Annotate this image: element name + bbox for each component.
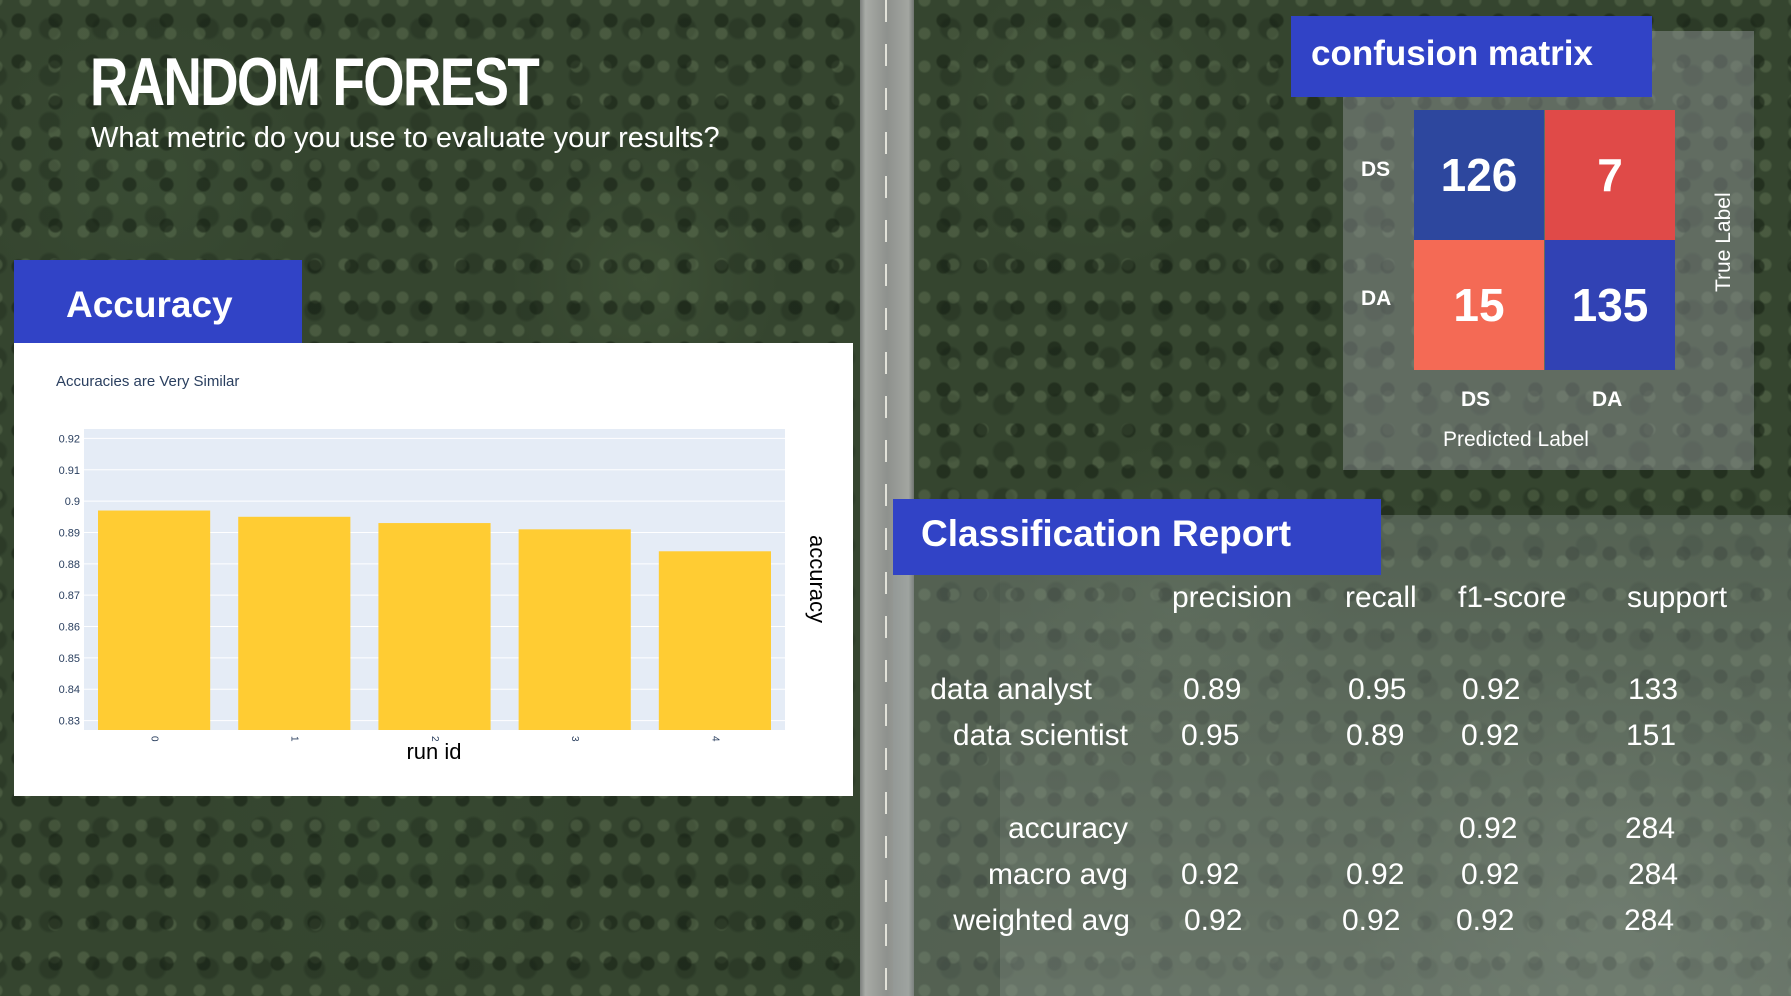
y-tick-label: 0.88 <box>59 559 80 571</box>
accuracy-bar <box>378 523 491 730</box>
cr-header-recall: recall <box>1345 581 1417 614</box>
cm-col-label-ds: DS <box>1461 388 1491 411</box>
cr-support-value: 284 <box>1625 812 1676 845</box>
x-tick-label: 4 <box>709 736 720 742</box>
y-tick-label: 0.85 <box>59 653 80 665</box>
y-tick-label: 0.84 <box>59 684 80 696</box>
accuracy-heading: Accuracy <box>14 260 302 344</box>
slide-subtitle: What metric do you use to evaluate your … <box>91 122 720 154</box>
x-tick-label: 3 <box>569 736 580 742</box>
slide-title: RANDOM FOREST <box>90 44 540 120</box>
cr-header-f1-score: f1-score <box>1458 581 1567 614</box>
cr-recall-value: 0.89 <box>1346 719 1405 752</box>
accuracy-bar <box>98 510 211 730</box>
cr-f1-value: 0.92 <box>1461 719 1520 752</box>
cr-precision-value: 0.95 <box>1181 719 1240 752</box>
cr-f1-value: 0.92 <box>1459 812 1518 845</box>
y-tick-label: 0.91 <box>59 465 80 477</box>
cr-support-value: 151 <box>1626 719 1677 752</box>
cr-precision-value: 0.92 <box>1184 904 1243 937</box>
cr-precision-value: 0.92 <box>1181 858 1240 891</box>
cm-true-label: True Label <box>1712 192 1735 292</box>
cm-cell-ds-da: 7 <box>1545 110 1675 240</box>
cr-recall-value: 0.95 <box>1348 673 1407 706</box>
y-tick-label: 0.89 <box>59 527 80 539</box>
cr-row-label: weighted avg <box>953 904 1130 937</box>
cr-f1-value: 0.92 <box>1456 904 1515 937</box>
cr-support-value: 284 <box>1628 858 1679 891</box>
cr-f1-value: 0.92 <box>1461 858 1520 891</box>
chart-title: Accuracies are Very Similar <box>56 373 239 390</box>
cr-recall-value: 0.92 <box>1346 858 1405 891</box>
cr-support-value: 284 <box>1624 904 1675 937</box>
cr-support-value: 133 <box>1628 673 1679 706</box>
y-tick-label: 0.87 <box>59 590 80 602</box>
cm-predicted-label: Predicted Label <box>1443 428 1589 451</box>
cr-f1-value: 0.92 <box>1462 673 1521 706</box>
cm-col-label-da: DA <box>1592 388 1623 411</box>
confusion-matrix-heading: confusion matrix <box>1291 16 1652 97</box>
cm-cell-ds-ds: 126 <box>1414 110 1544 240</box>
x-axis-label: run id <box>406 739 461 764</box>
accuracy-bar <box>658 551 771 730</box>
x-tick-label: 0 <box>148 736 159 742</box>
cr-header-support: support <box>1627 581 1728 614</box>
y-axis-label: accuracy <box>805 535 830 623</box>
cr-header-precision: precision <box>1172 581 1293 614</box>
cm-row-label-ds: DS <box>1361 158 1391 181</box>
x-tick-label: 1 <box>289 736 300 742</box>
classification-report-heading: Classification Report <box>893 499 1381 575</box>
cr-precision-value: 0.89 <box>1183 673 1242 706</box>
accuracy-chart-card: Accuracies are Very Similar 0.92 0.91 0.9 0… <box>14 343 853 796</box>
y-tick-label: 0.9 <box>65 496 80 508</box>
cr-row-label: data scientist <box>952 719 1128 752</box>
cr-row-label: macro avg <box>987 858 1128 891</box>
accuracy-bar <box>238 516 351 730</box>
accuracy-bar-chart: Accuracies are Very Similar 0.92 0.91 0.9 0… <box>56 373 830 764</box>
y-tick-label: 0.86 <box>59 622 80 634</box>
cm-cell-da-da: 135 <box>1545 240 1675 370</box>
y-tick-label: 0.83 <box>59 716 80 728</box>
cm-row-label-da: DA <box>1361 287 1392 310</box>
accuracy-bar <box>518 529 631 730</box>
y-tick-label: 0.92 <box>59 433 80 445</box>
cr-recall-value: 0.92 <box>1342 904 1401 937</box>
cr-row-label: data analyst <box>930 673 1092 706</box>
cm-cell-da-ds: 15 <box>1414 240 1544 370</box>
cr-row-label: accuracy <box>1007 812 1128 845</box>
